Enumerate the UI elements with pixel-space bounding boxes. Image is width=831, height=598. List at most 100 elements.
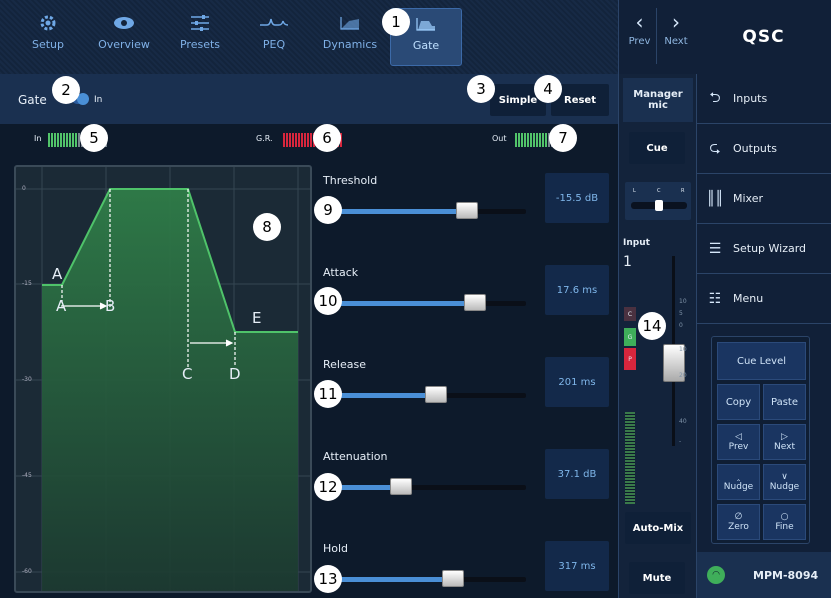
tab-presets[interactable]: Presets — [164, 8, 236, 66]
slider-label: Release — [323, 358, 366, 371]
slider-track[interactable] — [330, 294, 526, 311]
cue-button[interactable]: Cue — [629, 132, 685, 164]
callout-badge: 2 — [52, 76, 80, 104]
menu-item-inputs[interactable]: ⮌ Inputs — [697, 74, 831, 124]
chevron-up-icon: ‸ — [736, 472, 741, 482]
meter-segment — [286, 133, 288, 147]
point-label-a: A — [52, 265, 63, 283]
next-button[interactable]: › Next — [659, 8, 693, 64]
meter-segment — [66, 133, 68, 147]
callout-badge: 11 — [314, 380, 342, 408]
mixer-icon: ║║ — [706, 190, 724, 207]
meter-segment — [75, 133, 77, 147]
prev-pad-button[interactable]: ◁ Prev — [717, 424, 760, 460]
slider-value-box[interactable]: 201 ms — [545, 357, 609, 407]
fader-tick: 20 — [679, 372, 687, 379]
cue-level-button[interactable]: Cue Level — [717, 342, 806, 380]
copy-button[interactable]: Copy — [717, 384, 760, 420]
pan-knob[interactable] — [655, 200, 663, 211]
slider-label: Attack — [323, 266, 359, 279]
triangle-right-icon: ▷ — [781, 432, 788, 442]
slider-value-box[interactable]: 17.6 ms — [545, 265, 609, 315]
zero-icon: ∅ — [734, 512, 743, 522]
meter-segment — [307, 133, 309, 147]
prev-button[interactable]: ‹ Prev — [623, 8, 657, 64]
tab-dynamics[interactable]: Dynamics — [314, 8, 386, 66]
in-meter-label: In — [34, 134, 42, 143]
pan-control[interactable]: L C R — [625, 182, 691, 220]
meter-segment — [545, 133, 547, 147]
meter-segment — [72, 133, 74, 147]
c-indicator: C — [624, 307, 636, 321]
meter-segment — [310, 133, 312, 147]
tab-peq[interactable]: PEQ — [238, 8, 310, 66]
callout-badge: 9 — [314, 196, 342, 224]
point-label-e: E — [252, 309, 262, 327]
menu-icon: ☷ — [708, 290, 722, 307]
menu-item-menu[interactable]: ☷ Menu — [697, 274, 831, 324]
channel-name[interactable]: Manager mic — [623, 78, 693, 122]
menu-item-setup-wizard[interactable]: ☰ Setup Wizard — [697, 224, 831, 274]
slider-knob[interactable] — [442, 570, 465, 587]
callout-badge: 8 — [253, 213, 281, 241]
slider-knob[interactable] — [464, 294, 487, 311]
meter-segment — [301, 133, 303, 147]
pan-label-c: C — [657, 188, 661, 194]
wifi-icon: ◠ — [707, 566, 725, 584]
callout-badge: 13 — [314, 565, 342, 593]
slider-value-box[interactable]: 37.1 dB — [545, 449, 609, 499]
sliders-icon — [164, 8, 236, 38]
tab-overview[interactable]: Overview — [88, 8, 160, 66]
eye-icon — [88, 8, 160, 38]
circle-icon: ○ — [780, 512, 789, 522]
meter-segment — [57, 133, 59, 147]
tab-setup[interactable]: Setup — [12, 8, 84, 66]
qsc-logo: QSC — [696, 0, 831, 74]
slider-track[interactable] — [330, 570, 526, 587]
gate-in-label: In — [94, 95, 103, 105]
meter-segment — [63, 133, 65, 147]
device-status: ◠ MPM-8094 — [697, 552, 831, 598]
slider-track[interactable] — [330, 386, 526, 403]
nudge-up-button[interactable]: ‸ Nudge — [717, 464, 760, 500]
fader-tick: 10 — [679, 298, 687, 305]
gate-header: Gate In Simple Reset — [0, 74, 618, 124]
slider-fill — [330, 209, 468, 214]
y-tick: -45 — [22, 472, 32, 479]
automix-button[interactable]: Auto-Mix — [625, 512, 691, 544]
paste-button[interactable]: Paste — [763, 384, 806, 420]
fader-tick: 5 — [679, 310, 683, 317]
zero-button[interactable]: ∅ Zero — [717, 504, 760, 540]
meter-segment — [48, 133, 50, 147]
slider-value-box[interactable]: -15.5 dB — [545, 173, 609, 223]
slider-knob[interactable] — [456, 202, 479, 219]
right-panel: ⮌ Inputs ⮎ Outputs ║║ Mixer ☰ Setup Wizard ☷… — [696, 74, 831, 598]
input-level-meter — [625, 412, 635, 504]
input-label: Input — [623, 238, 650, 248]
meter-segment — [283, 133, 285, 147]
point-label-d: D — [229, 365, 241, 383]
meter-segment — [518, 133, 520, 147]
menu-item-mixer[interactable]: ║║ Mixer — [697, 174, 831, 224]
slider-value-box[interactable]: 317 ms — [545, 541, 609, 591]
mute-button[interactable]: Mute — [629, 562, 685, 594]
menu-item-outputs[interactable]: ⮎ Outputs — [697, 124, 831, 174]
fader-tick: 0 — [679, 322, 683, 329]
meter-segment — [524, 133, 526, 147]
nudge-down-button[interactable]: ∨ Nudge — [763, 464, 806, 500]
callout-badge: 1 — [382, 8, 410, 36]
meter-segment — [54, 133, 56, 147]
tab-bar: Setup Overview Presets PEQ Dynamics Gate — [0, 0, 618, 74]
callout-badge: 6 — [313, 124, 341, 152]
gr-meter-label: G.R. — [256, 134, 273, 143]
y-tick: -60 — [22, 568, 32, 575]
callout-badge: 14 — [638, 312, 666, 340]
callout-badge: 3 — [467, 75, 495, 103]
fine-button[interactable]: ○ Fine — [763, 504, 806, 540]
next-pad-button[interactable]: ▷ Next — [763, 424, 806, 460]
slider-knob[interactable] — [424, 386, 447, 403]
slider-track[interactable] — [330, 478, 526, 495]
slider-label: Attenuation — [323, 450, 388, 463]
slider-knob[interactable] — [389, 478, 412, 495]
slider-track[interactable] — [330, 202, 526, 219]
